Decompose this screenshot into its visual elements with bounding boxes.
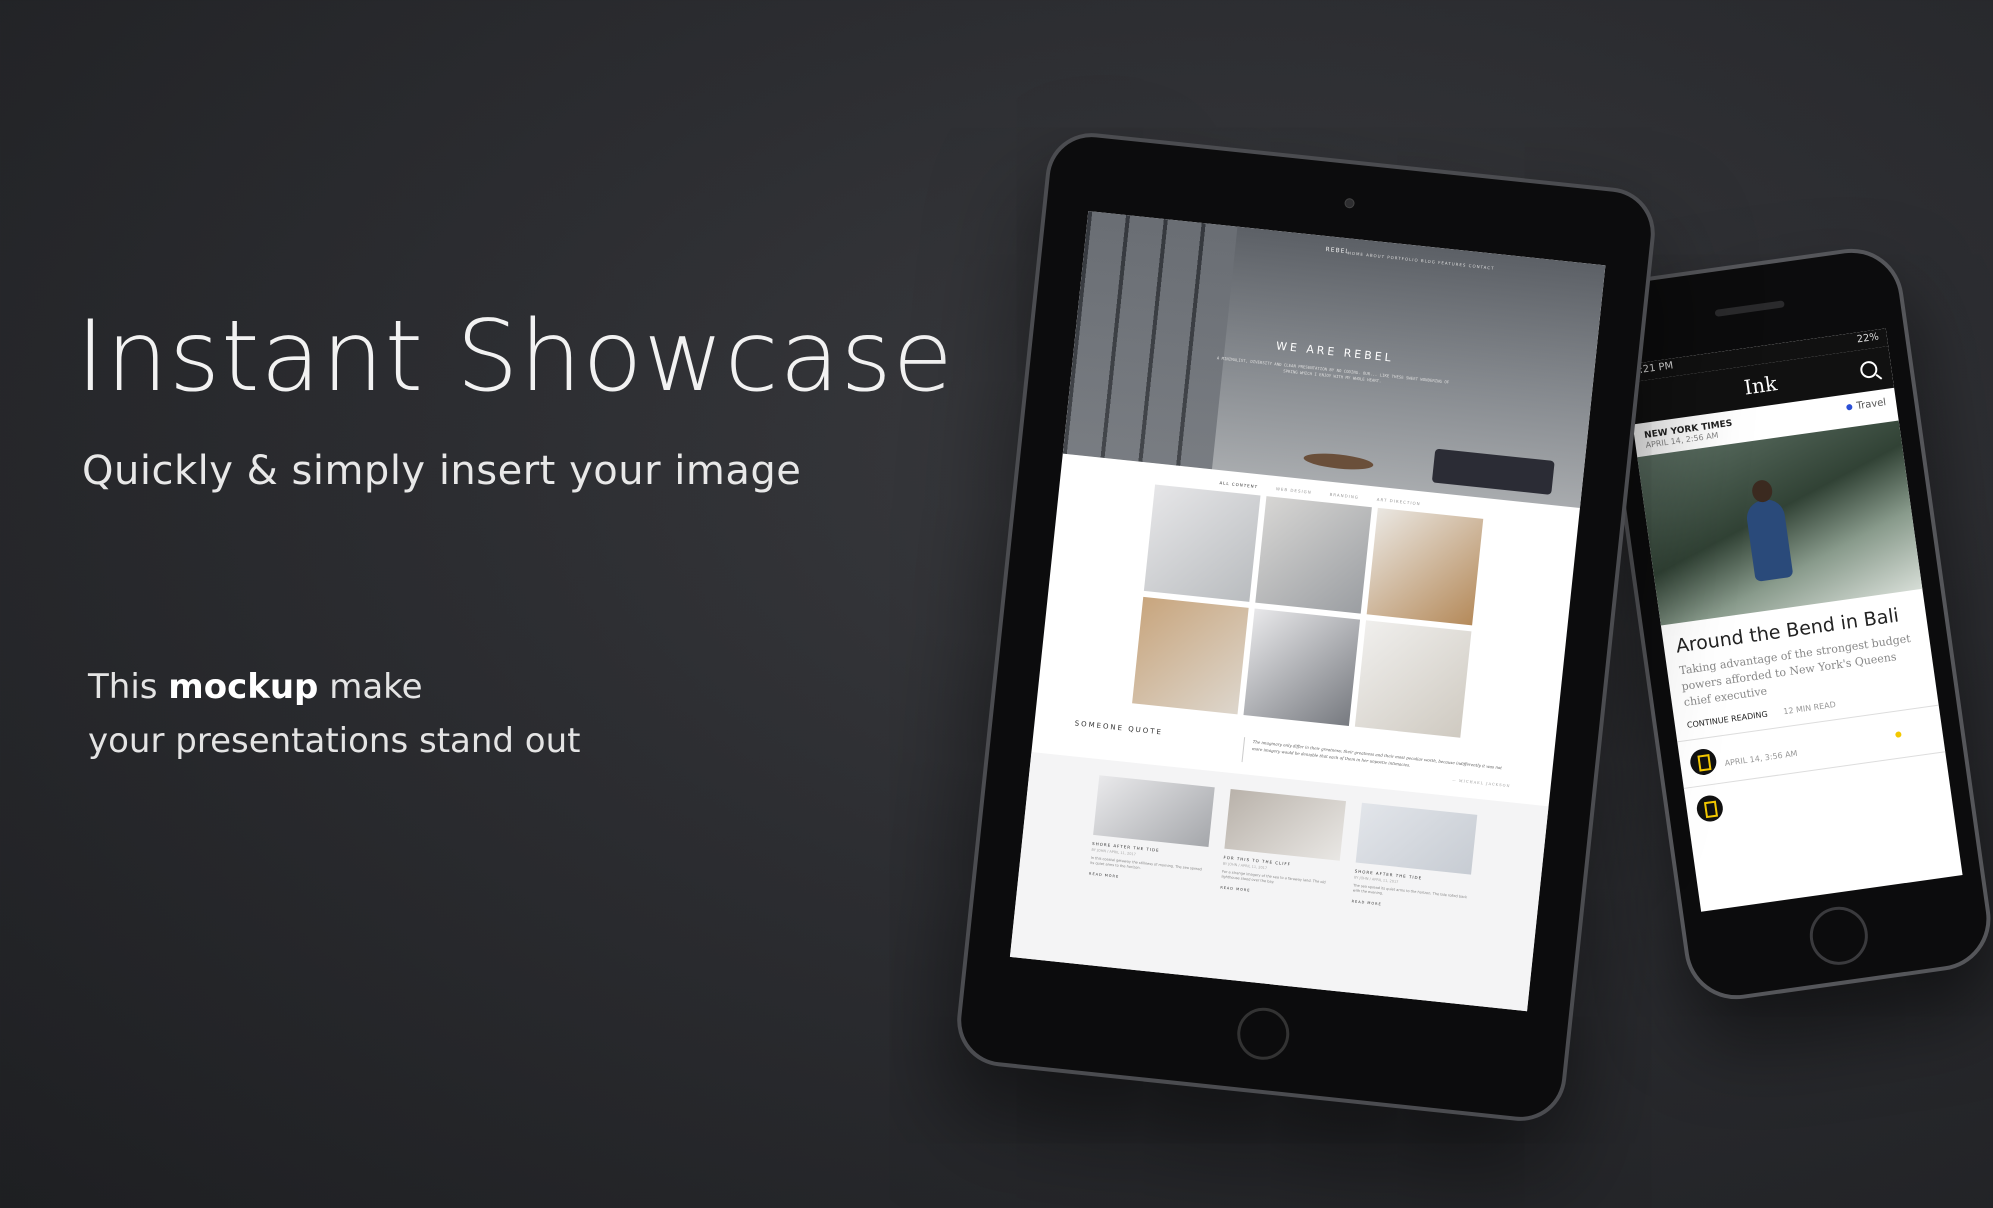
hero-table: [1302, 450, 1375, 473]
hero-body-bold: mockup: [168, 667, 319, 707]
tag-dot-icon: [1846, 403, 1854, 411]
portfolio-item[interactable]: [1255, 496, 1372, 614]
filter-item[interactable]: BRANDING: [1329, 492, 1359, 500]
hero-title: Instant Showcase: [76, 300, 954, 414]
post-image[interactable]: [1355, 802, 1478, 875]
app-logo[interactable]: Ink: [1742, 371, 1778, 399]
card-tag[interactable]: Nature: [1894, 725, 1933, 739]
tablet-home-button[interactable]: [1234, 1005, 1292, 1063]
portfolio-item[interactable]: [1366, 507, 1484, 626]
blog-post[interactable]: SHORE AFTER THE TIDE BY JOHN / APRIL 11,…: [1341, 802, 1478, 1011]
article-photo[interactable]: [1637, 420, 1923, 626]
portfolio-grid: [1132, 484, 1484, 738]
post-image[interactable]: [1224, 789, 1347, 861]
blog-post[interactable]: SHORE AFTER THE TIDE BY JOHN / APRIL 11,…: [1078, 775, 1215, 986]
hero-subtitle: Quickly & simply insert your image: [82, 448, 802, 494]
site-brand[interactable]: REBEL: [1325, 246, 1350, 255]
search-icon[interactable]: [1859, 360, 1879, 380]
source-avatar: [1688, 747, 1719, 777]
card-source: NATIONAL GEOGRAPHIC: [1730, 786, 1838, 811]
portfolio-item[interactable]: [1132, 596, 1249, 715]
source-avatar: [1695, 793, 1725, 824]
tablet-screen: REBEL HOME ABOUT PORTFOLIO BLOG FEATURES…: [1009, 210, 1606, 1012]
site-nav[interactable]: HOME ABOUT PORTFOLIO BLOG FEATURES CONTA…: [1348, 250, 1495, 270]
hero-sofa: [1431, 448, 1555, 495]
hero-body-line1: This mockup make: [88, 660, 581, 714]
filter-item[interactable]: ALL CONTENT: [1219, 480, 1258, 489]
phone-device: 4:21 PM 22% Ink NEW YORK TIMES APRIL 14,…: [1590, 242, 1993, 1006]
filter-item[interactable]: WEB DESIGN: [1276, 486, 1312, 495]
card-tag-label: Nature: [1904, 725, 1933, 739]
blog-post[interactable]: FOR THIS TO THE CLIFF BY JOHN / APRIL 11…: [1210, 789, 1347, 1000]
hero-body-line2: your presentations stand out: [88, 721, 581, 761]
article-tag[interactable]: Travel: [1846, 397, 1888, 421]
phone-home-button[interactable]: [1806, 903, 1872, 969]
hero-body-post: make: [318, 667, 423, 707]
tablet-device: REBEL HOME ABOUT PORTFOLIO BLOG FEATURES…: [952, 128, 1660, 1126]
portfolio-item[interactable]: [1143, 484, 1261, 602]
tablet-camera: [1344, 197, 1356, 209]
status-battery: 22%: [1856, 331, 1880, 346]
quote-label: SOMEONE QUOTE: [1074, 719, 1164, 737]
article-tag-label: Travel: [1855, 397, 1887, 413]
phone-screen: 4:21 PM 22% Ink NEW YORK TIMES APRIL 14,…: [1624, 328, 1963, 912]
tag-dot-icon: [1894, 731, 1902, 738]
phone-speaker: [1714, 300, 1785, 317]
hero-body-pre: This: [88, 667, 169, 707]
person-figure: [1744, 497, 1794, 582]
portfolio-item[interactable]: [1354, 620, 1472, 738]
portfolio-item[interactable]: [1243, 608, 1361, 727]
filter-item[interactable]: ART DIRECTION: [1377, 497, 1421, 507]
hero-body: This mockup make your presentations stan…: [88, 660, 581, 768]
post-image[interactable]: [1093, 775, 1215, 848]
